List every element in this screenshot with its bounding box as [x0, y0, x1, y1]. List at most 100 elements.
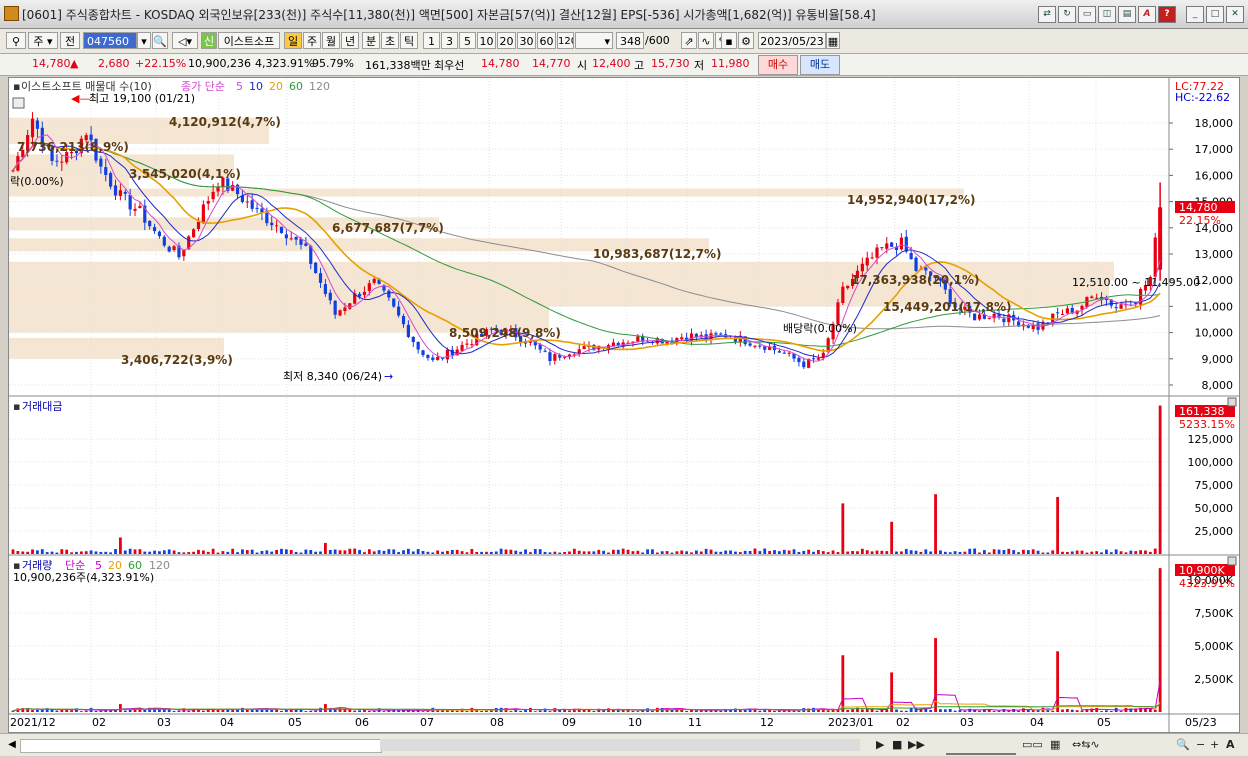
amount-bar	[304, 549, 308, 554]
amount-bar	[114, 549, 117, 554]
stock-name[interactable]: 이스트소프	[218, 32, 280, 49]
period-tab-tick[interactable]: 틱	[400, 32, 418, 49]
scroll-track[interactable]	[20, 739, 382, 753]
zoom-out-icon[interactable]: 🔍	[1176, 737, 1190, 753]
maximize-button[interactable]: □	[1206, 6, 1224, 23]
date-input[interactable]: 2023/05/23	[758, 32, 826, 49]
candle-body	[55, 160, 59, 162]
minus-icon[interactable]: −	[1196, 737, 1205, 753]
interval-3[interactable]: 3	[441, 32, 458, 49]
grid-icon[interactable]: ▦	[1050, 737, 1060, 753]
link-icon[interactable]: ⇄	[1038, 6, 1056, 23]
amount-bar	[1036, 550, 1040, 554]
play-icon[interactable]: ▶	[876, 737, 884, 753]
font-size-icon[interactable]: A	[1226, 737, 1235, 753]
amount-pct: 5233.15%	[1179, 418, 1235, 431]
date-axis: 2021/12 02 03 04 05 06 07 08 09 10 11 12 2023/01 02 03…	[10, 716, 1217, 729]
custom-interval-select[interactable]: ▾	[575, 32, 613, 49]
volume-bar	[1109, 711, 1113, 712]
interval-1[interactable]: 1	[423, 32, 440, 49]
amount-bar	[714, 551, 718, 554]
zoom-icons[interactable]: ⇔⇆∿	[1072, 737, 1100, 753]
settings-icon[interactable]: ⚙	[738, 32, 754, 49]
amount-close-icon[interactable]	[1227, 397, 1237, 407]
print-icon[interactable]: ▤	[1118, 6, 1136, 23]
tool-line-icon[interactable]: ∿	[698, 32, 714, 49]
amount-bar	[158, 551, 161, 554]
refresh-icon[interactable]: ↻	[1058, 6, 1076, 23]
chart-area[interactable]: 4,120,912(4,7%) 3,545,020(4,1%) 14,952,940…	[8, 77, 1240, 733]
lock-icon[interactable]: ◫	[1098, 6, 1116, 23]
close-button[interactable]: ✕	[1226, 6, 1244, 23]
amount-bar	[289, 549, 293, 554]
amount-bar	[738, 552, 742, 554]
amount-bar	[973, 548, 977, 554]
jeon-button[interactable]: 전	[60, 32, 80, 49]
amount-bar	[939, 550, 942, 554]
scroll-left-icon[interactable]: ◀	[6, 738, 18, 752]
candle-body	[304, 243, 308, 246]
interval-120[interactable]: 120	[557, 32, 574, 49]
interval-60[interactable]: 60	[537, 32, 556, 49]
stock-code-input[interactable]: 047560	[83, 32, 137, 49]
minimize-button[interactable]: _	[1186, 6, 1204, 23]
help-icon[interactable]: ?	[1158, 6, 1176, 23]
layout-icon[interactable]: ▭▭	[1022, 737, 1043, 753]
amount-bar	[572, 548, 576, 554]
stop-icon[interactable]: ■	[892, 737, 902, 753]
tool-arrow-icon[interactable]: ⇗	[681, 32, 697, 49]
save-icon[interactable]: ▪	[721, 32, 737, 49]
fast-forward-icon[interactable]: ▶▶	[908, 737, 925, 753]
interval-10[interactable]: 10	[477, 32, 496, 49]
pin-icon[interactable]: ⚲	[6, 32, 26, 49]
current-price: 14,780	[32, 57, 71, 70]
calendar-icon[interactable]: ▦	[826, 32, 840, 49]
candle-body	[860, 263, 864, 272]
stock-chart[interactable]: 4,120,912(4,7%) 3,545,020(4,1%) 14,952,940…	[9, 78, 1239, 732]
amount-bar	[1139, 550, 1142, 554]
volume-subtitle: 10,900,236주(4,323.91%)	[13, 571, 154, 584]
period-tab-minute[interactable]: 분	[362, 32, 380, 49]
plus-icon[interactable]: +	[1210, 737, 1219, 753]
interval-5[interactable]: 5	[459, 32, 476, 49]
speed-slider[interactable]	[946, 737, 1016, 755]
period-tab-day[interactable]: 일	[284, 32, 302, 49]
code-dropdown-icon[interactable]: ▾	[137, 32, 151, 49]
amount-bar	[519, 551, 523, 554]
period-tab-year[interactable]: 년	[341, 32, 359, 49]
candle-body	[348, 303, 352, 309]
window-icon[interactable]: ▭	[1078, 6, 1096, 23]
speaker-icon[interactable]: ◁▾	[172, 32, 198, 49]
volume-bar	[304, 711, 308, 712]
amount-bar	[1031, 549, 1035, 554]
period-tab-month[interactable]: 월	[322, 32, 340, 49]
volume-bar	[685, 710, 689, 712]
interval-30[interactable]: 30	[517, 32, 536, 49]
amount-bar	[148, 551, 152, 554]
period-tab-week[interactable]: 주	[303, 32, 321, 49]
amount-bar	[734, 551, 737, 554]
amount-bar	[485, 551, 488, 554]
amount-bar	[294, 551, 298, 554]
candle-body	[182, 250, 186, 257]
date-label: 11	[688, 716, 702, 729]
sell-button[interactable]: 매도	[800, 55, 840, 75]
amount-bar	[797, 551, 801, 554]
count-input[interactable]: 348	[616, 32, 644, 49]
volume-bar	[851, 709, 854, 712]
period-select[interactable]: 주 ▾	[28, 32, 58, 49]
candle-body	[133, 208, 137, 211]
volume-bar	[55, 710, 59, 712]
buy-button[interactable]: 매수	[758, 55, 798, 75]
interval-20[interactable]: 20	[497, 32, 516, 49]
font-icon[interactable]: A	[1138, 6, 1156, 23]
table-icon[interactable]	[12, 97, 25, 109]
volume-close-icon[interactable]	[1227, 556, 1237, 566]
search-icon[interactable]: 🔍	[152, 32, 168, 49]
amount-bar	[402, 550, 405, 554]
amount-bar	[880, 550, 884, 554]
amount-bar	[99, 551, 103, 554]
current-pct-text: 22.15%	[1179, 214, 1221, 227]
scroll-thumb[interactable]	[380, 739, 860, 751]
period-tab-second[interactable]: 초	[381, 32, 399, 49]
